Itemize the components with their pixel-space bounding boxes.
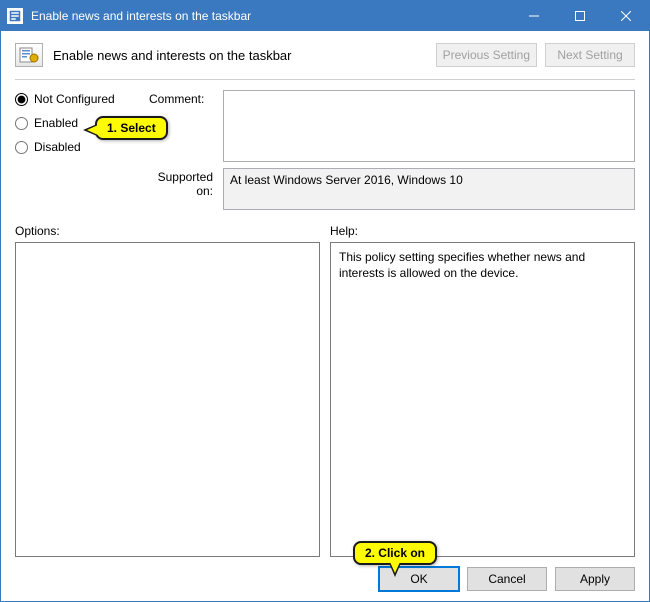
page-title: Enable news and interests on the taskbar xyxy=(53,48,291,63)
supported-on-box: At least Windows Server 2016, Windows 10 xyxy=(223,168,635,210)
radio-disabled-label: Disabled xyxy=(34,140,81,154)
radio-not-configured-label: Not Configured xyxy=(34,92,115,106)
dialog-client: Enable news and interests on the taskbar… xyxy=(1,31,649,601)
window-title: Enable news and interests on the taskbar xyxy=(31,9,511,23)
policy-icon xyxy=(15,43,43,67)
radio-not-configured-input[interactable] xyxy=(15,93,28,106)
header-row: Enable news and interests on the taskbar… xyxy=(15,43,635,67)
mid-labels: Options: Help: xyxy=(15,224,635,238)
button-row: 2. Click on OK Cancel Apply xyxy=(15,567,635,591)
radio-disabled[interactable]: Disabled xyxy=(15,140,145,154)
apply-button[interactable]: Apply xyxy=(555,567,635,591)
state-radios: Not Configured Enabled 1. Select Disable… xyxy=(15,90,145,154)
annotation-step2: 2. Click on xyxy=(353,541,437,565)
supported-label: Supported on: xyxy=(149,168,219,198)
nav-buttons: Previous Setting Next Setting xyxy=(436,43,635,67)
annotation-step1: 1. Select xyxy=(95,116,168,140)
supported-row: Supported on: At least Windows Server 20… xyxy=(15,168,635,210)
dialog-window: Enable news and interests on the taskbar… xyxy=(0,0,650,602)
radio-disabled-input[interactable] xyxy=(15,141,28,154)
separator xyxy=(15,79,635,80)
comment-label: Comment: xyxy=(149,90,219,106)
titlebar: Enable news and interests on the taskbar xyxy=(1,1,649,31)
top-grid: Not Configured Enabled 1. Select Disable… xyxy=(15,90,635,162)
options-label: Options: xyxy=(15,224,320,238)
radio-enabled-input[interactable] xyxy=(15,117,28,130)
options-pane xyxy=(15,242,320,557)
minimize-button[interactable] xyxy=(511,1,557,31)
previous-setting-button[interactable]: Previous Setting xyxy=(436,43,537,67)
app-icon xyxy=(7,8,23,24)
help-label: Help: xyxy=(330,224,635,238)
maximize-button[interactable] xyxy=(557,1,603,31)
radio-enabled-label: Enabled xyxy=(34,116,78,130)
radio-not-configured[interactable]: Not Configured xyxy=(15,92,145,106)
cancel-button[interactable]: Cancel xyxy=(467,567,547,591)
close-button[interactable] xyxy=(603,1,649,31)
panes: This policy setting specifies whether ne… xyxy=(15,242,635,557)
comment-textarea[interactable] xyxy=(223,90,635,162)
next-setting-button[interactable]: Next Setting xyxy=(545,43,635,67)
supported-on-text: At least Windows Server 2016, Windows 10 xyxy=(230,173,463,187)
help-pane: This policy setting specifies whether ne… xyxy=(330,242,635,557)
